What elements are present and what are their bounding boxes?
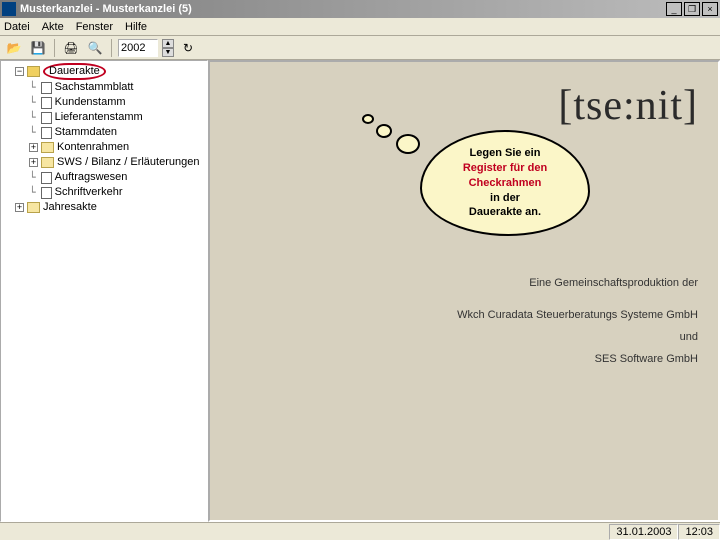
preview-button[interactable]: 🔍 xyxy=(85,38,105,58)
folder-open-icon xyxy=(27,66,40,77)
folder-icon xyxy=(41,157,54,168)
tree-item[interactable]: └Stammdaten xyxy=(29,125,207,140)
toolbar-separator xyxy=(54,39,55,57)
tree-item-label: Lieferantenstamm xyxy=(55,110,143,125)
tree-item-label: SWS / Bilanz / Erläuterungen xyxy=(57,155,199,170)
tree-root-label: Jahresakte xyxy=(43,200,97,215)
toolbar-separator xyxy=(111,39,112,57)
close-button[interactable]: × xyxy=(702,2,718,16)
minimize-button[interactable]: _ xyxy=(666,2,682,16)
collapse-icon[interactable]: − xyxy=(15,67,24,76)
folder-icon xyxy=(41,142,54,153)
credits-lead: Eine Gemeinschaftsproduktion der xyxy=(448,272,698,294)
tutorial-callout: Legen Sie ein Register für den Checkrahm… xyxy=(420,130,590,236)
expand-icon[interactable]: + xyxy=(15,203,24,212)
status-date: 31.01.2003 xyxy=(609,524,678,540)
save-button[interactable]: 💾 xyxy=(28,38,48,58)
document-icon xyxy=(41,82,52,94)
menu-akte[interactable]: Akte xyxy=(42,21,64,33)
callout-line: Register für den xyxy=(432,161,578,176)
credits-line: Wkch Curadata Steuerberatungs Systeme Gm… xyxy=(448,304,698,326)
workspace: − Dauerakte └Sachstammblatt └Kundenstamm… xyxy=(0,60,720,522)
menu-fenster[interactable]: Fenster xyxy=(76,21,113,33)
credits-block: Eine Gemeinschaftsproduktion der Wkch Cu… xyxy=(448,272,698,370)
tree-item-label: Kundenstamm xyxy=(55,95,126,110)
callout-line: in der xyxy=(432,191,578,206)
thought-bubble-icon xyxy=(376,124,392,138)
content-area: [tse:nit] Eine Gemeinschaftsproduktion d… xyxy=(208,60,720,522)
expand-icon[interactable]: + xyxy=(29,158,38,167)
year-input[interactable] xyxy=(118,39,158,57)
expand-icon[interactable]: + xyxy=(29,143,38,152)
thought-bubble-icon xyxy=(362,114,374,124)
callout-line: Checkrahmen xyxy=(432,176,578,191)
spin-up-icon[interactable]: ▲ xyxy=(162,39,174,48)
credits-line: SES Software GmbH xyxy=(448,348,698,370)
document-icon xyxy=(41,127,52,139)
menu-hilfe[interactable]: Hilfe xyxy=(125,21,147,33)
document-icon xyxy=(41,97,52,109)
year-spinner[interactable]: ▲ ▼ xyxy=(162,39,174,57)
document-icon xyxy=(41,112,52,124)
tree-root-label: Dauerakte xyxy=(43,63,106,80)
credits-line: und xyxy=(448,326,698,348)
thought-bubble-icon xyxy=(396,134,420,154)
tree-item-label: Auftragswesen xyxy=(55,170,128,185)
tree-panel[interactable]: − Dauerakte └Sachstammblatt └Kundenstamm… xyxy=(0,60,208,522)
window-title: Musterkanzlei - Musterkanzlei (5) xyxy=(20,3,666,15)
window-titlebar: Musterkanzlei - Musterkanzlei (5) _ ❐ × xyxy=(0,0,720,18)
menu-bar: Datei Akte Fenster Hilfe xyxy=(0,18,720,36)
callout-line: Legen Sie ein xyxy=(432,146,578,161)
tree-item[interactable]: + SWS / Bilanz / Erläuterungen xyxy=(29,155,207,170)
status-bar: 31.01.2003 12:03 xyxy=(0,522,720,540)
status-time: 12:03 xyxy=(678,524,720,540)
tree-item-label: Sachstammblatt xyxy=(55,80,134,95)
app-icon xyxy=(2,2,16,16)
tree-item-label: Kontenrahmen xyxy=(57,140,129,155)
folder-icon xyxy=(27,202,40,213)
tree-item-label: Schriftverkehr xyxy=(55,185,123,200)
callout-cloud: Legen Sie ein Register für den Checkrahm… xyxy=(420,130,590,236)
toolbar: 📂 💾 🖨 🔍 ▲ ▼ ↻ xyxy=(0,36,720,60)
tree-root-dauerakte[interactable]: − Dauerakte xyxy=(15,63,207,80)
menu-datei[interactable]: Datei xyxy=(4,21,30,33)
tree-item[interactable]: + Kontenrahmen xyxy=(29,140,207,155)
tree-item[interactable]: └Auftragswesen xyxy=(29,170,207,185)
tree-root-jahresakte[interactable]: + Jahresakte xyxy=(15,200,207,215)
tree-item-label: Stammdaten xyxy=(55,125,117,140)
document-icon xyxy=(41,172,52,184)
print-button[interactable]: 🖨 xyxy=(61,38,81,58)
callout-line: Dauerakte an. xyxy=(432,205,578,220)
tree-item[interactable]: └Schriftverkehr xyxy=(29,185,207,200)
open-button[interactable]: 📂 xyxy=(4,38,24,58)
tree-item[interactable]: └Kundenstamm xyxy=(29,95,207,110)
refresh-button[interactable]: ↻ xyxy=(178,38,198,58)
tree-item[interactable]: └Sachstammblatt xyxy=(29,80,207,95)
spin-down-icon[interactable]: ▼ xyxy=(162,48,174,57)
restore-button[interactable]: ❐ xyxy=(684,2,700,16)
document-icon xyxy=(41,187,52,199)
product-logo: [tse:nit] xyxy=(558,82,698,130)
tree-item[interactable]: └Lieferantenstamm xyxy=(29,110,207,125)
